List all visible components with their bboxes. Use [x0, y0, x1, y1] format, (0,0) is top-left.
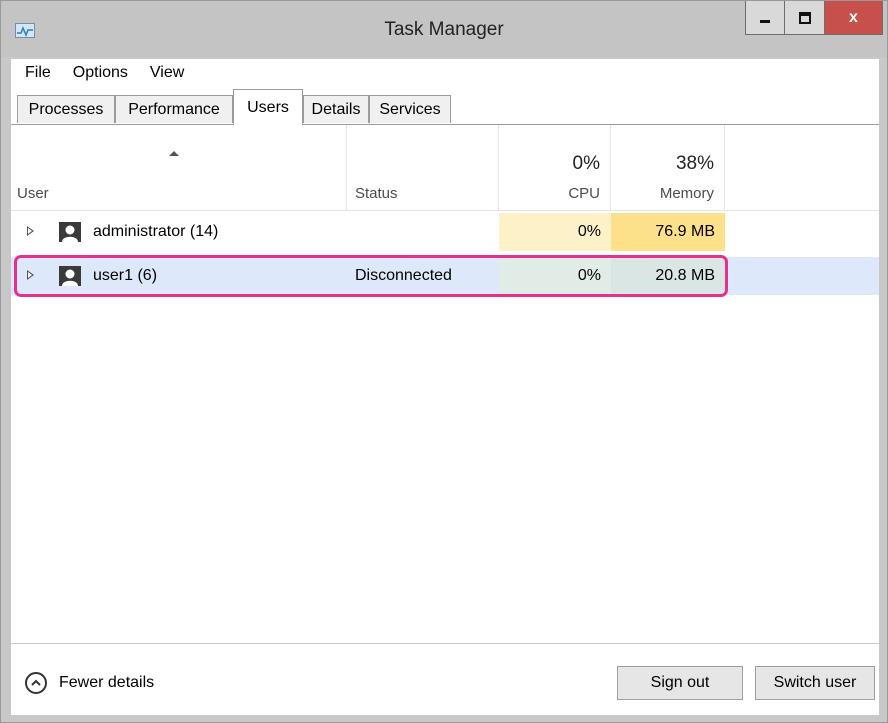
close-button[interactable]: x — [825, 1, 883, 35]
users-table: User Status 0% CPU 38% Memory administra… — [11, 125, 879, 643]
fewer-details-button[interactable]: Fewer details — [25, 672, 154, 694]
tab-processes[interactable]: Processes — [17, 95, 115, 123]
expand-arrow-icon[interactable] — [27, 226, 34, 236]
column-label-memory: Memory — [659, 185, 714, 202]
tab-services[interactable]: Services — [369, 95, 451, 123]
column-header-user[interactable]: User — [11, 125, 347, 211]
column-label-status: Status — [355, 185, 398, 202]
tab-strip: Processes Performance Users Details Serv… — [11, 87, 879, 125]
footer-bar: Fewer details Sign out Switch user — [11, 643, 879, 715]
menu-view[interactable]: View — [150, 64, 192, 82]
user-memory: 76.9 MB — [611, 213, 725, 251]
menu-bar: File Options View — [11, 59, 879, 87]
tab-performance[interactable]: Performance — [115, 95, 233, 123]
maximize-button[interactable] — [785, 1, 825, 35]
user-icon — [59, 222, 81, 242]
tab-users[interactable]: Users — [233, 89, 303, 125]
minimize-button[interactable] — [745, 1, 785, 35]
maximize-icon — [798, 11, 811, 24]
user-name: administrator (14) — [93, 223, 219, 240]
column-header-memory[interactable]: 38% Memory — [611, 125, 725, 211]
user-cpu: 0% — [499, 213, 611, 251]
collapse-chevron-icon — [25, 672, 47, 694]
cpu-total-percent: 0% — [572, 153, 600, 174]
column-header-status[interactable]: Status — [347, 125, 499, 211]
sort-up-icon — [169, 151, 179, 156]
column-header-empty — [725, 125, 879, 211]
table-row-administrator[interactable]: administrator (14) 0% 76.9 MB — [11, 213, 879, 251]
sign-out-button[interactable]: Sign out — [617, 666, 743, 700]
column-label-user: User — [17, 185, 49, 202]
menu-file[interactable]: File — [11, 64, 59, 82]
close-icon: x — [849, 8, 858, 26]
column-header-cpu[interactable]: 0% CPU — [499, 125, 611, 211]
column-label-cpu: CPU — [568, 185, 600, 202]
minimize-icon — [760, 19, 770, 23]
switch-user-button[interactable]: Switch user — [755, 666, 875, 700]
fewer-details-label: Fewer details — [59, 674, 155, 691]
task-manager-window: Task Manager x File Options View Process… — [0, 0, 888, 723]
memory-total-percent: 38% — [675, 153, 714, 174]
menu-options[interactable]: Options — [73, 64, 136, 82]
tab-details[interactable]: Details — [303, 95, 369, 123]
selection-highlight — [14, 255, 728, 297]
title-bar[interactable]: Task Manager x — [1, 1, 887, 57]
